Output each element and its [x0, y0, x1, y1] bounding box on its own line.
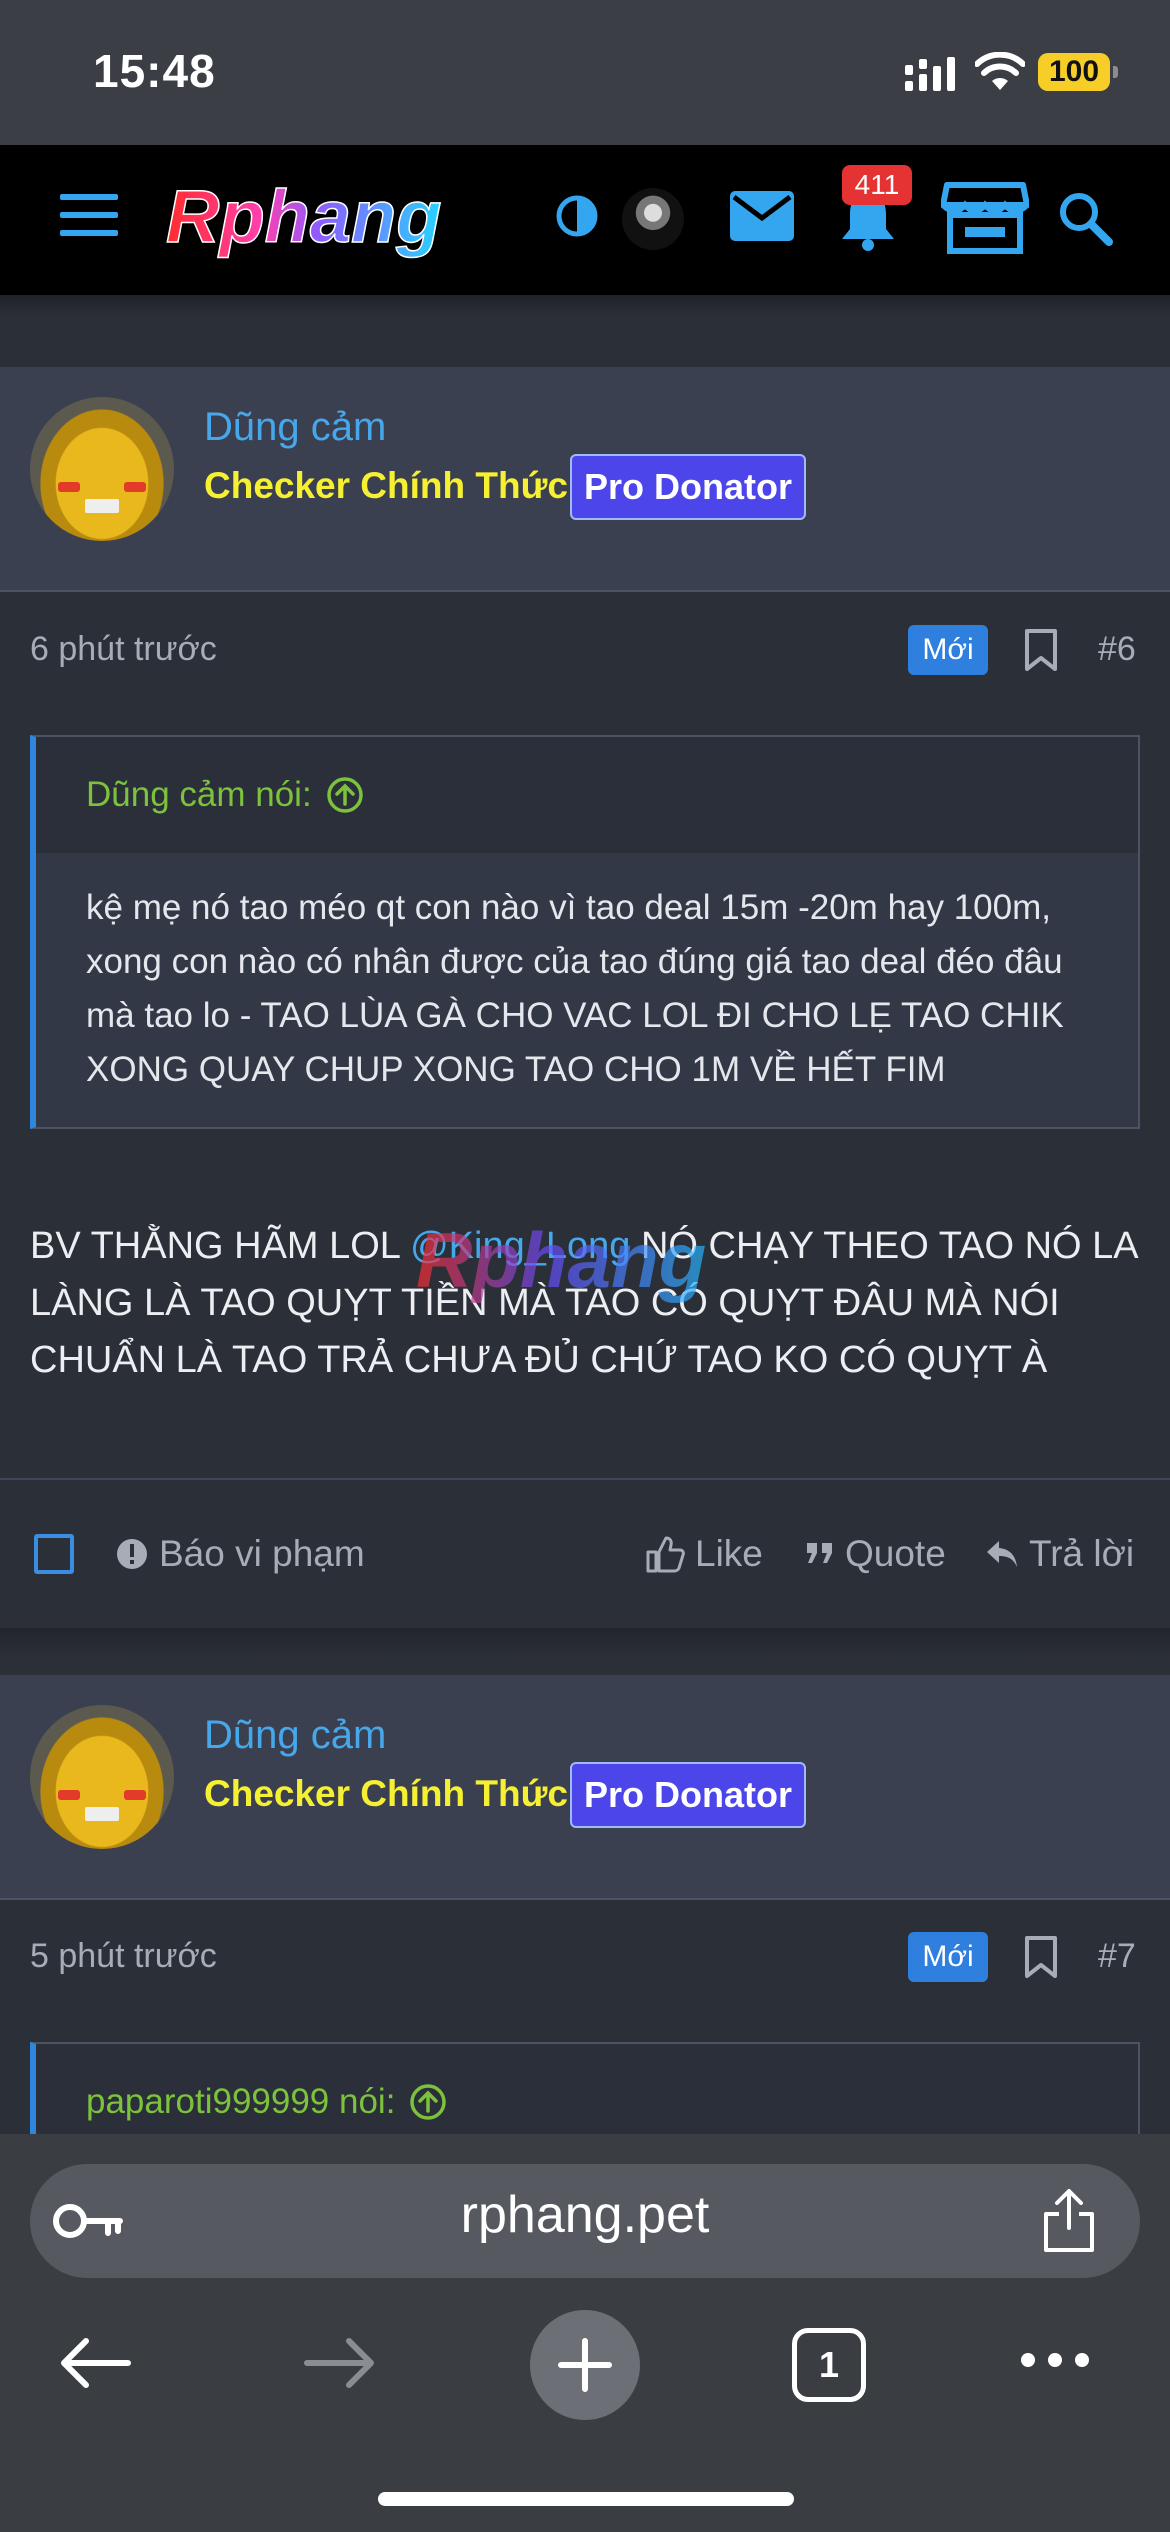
arrow-left-icon [61, 2338, 131, 2388]
reply-button[interactable]: Trả lời [985, 1533, 1134, 1575]
like-label: Like [695, 1533, 763, 1574]
header-shadow [0, 295, 1170, 317]
wifi-icon [975, 52, 1025, 90]
user-avatar[interactable] [30, 397, 174, 541]
arrow-up-circle-icon[interactable] [409, 2083, 447, 2121]
post-user-block: Dũng cảm Checker Chính Thức Pro Donator [0, 1675, 1170, 1900]
home-indicator[interactable] [378, 2492, 794, 2506]
quote-author: paparoti999999 nói: [86, 2082, 396, 2121]
arrow-right-icon [304, 2338, 374, 2388]
quote-block: Dũng cảm nói: kệ mẹ nó tao méo qt con nà… [30, 735, 1140, 1129]
post-number-link[interactable]: #6 [1098, 630, 1136, 669]
more-menu-button[interactable] [1010, 2340, 1100, 2380]
post-text: BV THẰNG HÃM LOL [30, 1225, 411, 1267]
thumbs-up-icon [646, 1536, 685, 1573]
share-icon[interactable] [1040, 2188, 1098, 2254]
post-meta: 6 phút trước Mới #6 [0, 610, 1170, 690]
reply-icon [987, 1541, 1017, 1567]
theme-toggle-icon[interactable] [553, 192, 601, 240]
select-checkbox[interactable] [34, 1534, 74, 1574]
post-time-link[interactable]: 6 phút trước [30, 630, 217, 669]
post-separator [0, 1628, 1170, 1658]
new-tab-button[interactable] [530, 2310, 640, 2420]
alert-icon [117, 1539, 147, 1569]
post-user-block: Dũng cảm Checker Chính Thức Pro Donator [0, 367, 1170, 592]
status-bar: 15:48 100 [0, 0, 1170, 145]
account-avatar[interactable] [622, 188, 684, 250]
reply-label: Trả lời [1029, 1533, 1135, 1574]
search-icon[interactable] [1055, 188, 1115, 248]
post-number-link[interactable]: #7 [1098, 1937, 1136, 1976]
notification-count-badge: 411 [842, 165, 912, 205]
plus-icon [558, 2338, 612, 2392]
site-logo[interactable]: Rphang [160, 172, 510, 267]
user-name-link[interactable]: Dũng cảm [204, 1713, 386, 1758]
post-time-link[interactable]: 5 phút trước [30, 1937, 217, 1976]
arrow-up-circle-icon[interactable] [326, 776, 364, 814]
quote-author: Dũng cảm nói: [86, 775, 312, 814]
svg-text:Rphang: Rphang [416, 1216, 706, 1304]
post-actions: Báo vi phạm Like Quote Trả lời [0, 1478, 1170, 1628]
back-button[interactable] [55, 2330, 135, 2396]
user-avatar[interactable] [30, 1705, 174, 1849]
svg-text:Rphang: Rphang [166, 175, 441, 258]
report-label: Báo vi phạm [159, 1533, 365, 1574]
more-dots-icon [1021, 2353, 1089, 2367]
report-button[interactable]: Báo vi phạm [115, 1533, 365, 1575]
user-title: Checker Chính Thức [204, 1773, 568, 1814]
watermark-logo: Rphang [416, 1216, 706, 1304]
new-badge: Mới [908, 625, 988, 675]
new-badge: Mới [908, 1932, 988, 1982]
battery-indicator: 100 [1038, 53, 1118, 91]
store-icon[interactable] [940, 180, 1030, 256]
quote-header[interactable]: Dũng cảm nói: [36, 737, 1138, 853]
cellular-signal-icon [905, 57, 955, 91]
mail-icon[interactable] [730, 190, 794, 242]
pro-donator-badge: Pro Donator [570, 454, 807, 520]
user-name-link[interactable]: Dũng cảm [204, 405, 386, 450]
tabs-button[interactable]: 1 [792, 2328, 866, 2402]
quote-text: kệ mẹ nó tao méo qt con nào vì tao deal … [86, 888, 1064, 1089]
url-text[interactable]: rphang.pet [0, 2185, 1170, 2245]
status-time: 15:48 [93, 45, 216, 97]
user-title: Checker Chính Thức [204, 465, 568, 506]
menu-icon[interactable] [58, 190, 120, 240]
quote-button[interactable]: Quote [805, 1533, 946, 1575]
quote-label: Quote [845, 1533, 946, 1574]
post-meta: 5 phút trước Mới #7 [0, 1917, 1170, 1997]
forward-button[interactable] [300, 2330, 380, 2396]
pro-donator-badge: Pro Donator [570, 1762, 807, 1828]
quote-marks-icon [807, 1543, 832, 1563]
like-button[interactable]: Like [645, 1533, 763, 1575]
bookmark-icon[interactable] [1023, 628, 1059, 672]
bookmark-icon[interactable] [1023, 1935, 1059, 1979]
